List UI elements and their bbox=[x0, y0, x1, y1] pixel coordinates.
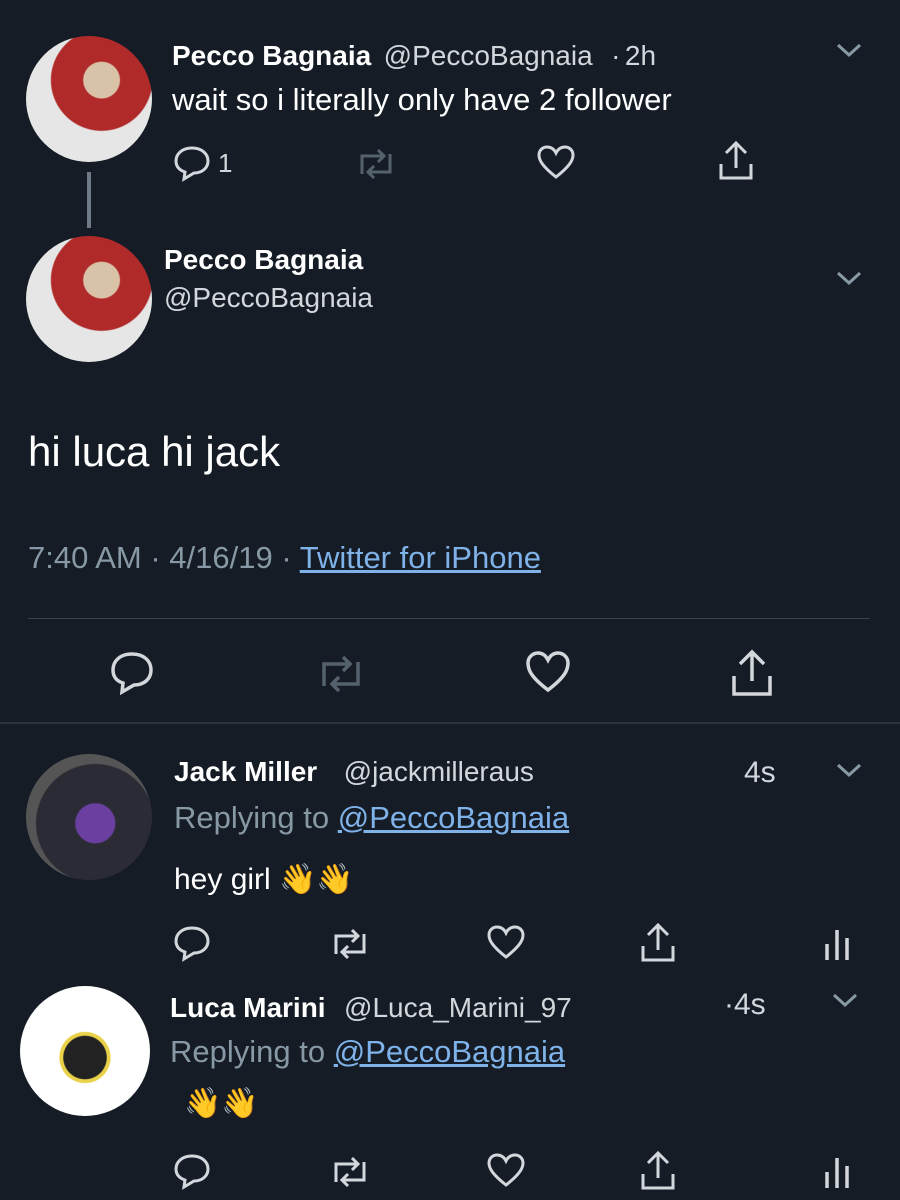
reply-icon[interactable] bbox=[172, 924, 212, 962]
like-icon[interactable] bbox=[524, 650, 572, 694]
author-name[interactable]: Jack Miller bbox=[174, 756, 317, 787]
share-icon[interactable] bbox=[638, 1150, 678, 1192]
reply-icon[interactable] bbox=[172, 144, 212, 182]
chevron-down-icon[interactable] bbox=[834, 758, 864, 782]
chevron-down-icon[interactable] bbox=[834, 266, 864, 290]
timestamp[interactable]: 2h bbox=[625, 40, 656, 71]
author-handle[interactable]: @PeccoBagnaia bbox=[384, 40, 593, 71]
author-handle[interactable]: @Luca_Marini_97 bbox=[344, 992, 572, 1023]
retweet-icon[interactable] bbox=[314, 654, 368, 694]
retweet-icon[interactable] bbox=[328, 1156, 372, 1188]
avatar-jack[interactable] bbox=[26, 754, 152, 880]
reply1-actions bbox=[172, 922, 862, 968]
tweet-source-link[interactable]: Twitter for iPhone bbox=[300, 540, 541, 575]
replying-to: Replying to @PeccoBagnaia bbox=[170, 1034, 565, 1070]
author-handle[interactable]: @jackmilleraus bbox=[344, 756, 534, 787]
reply-icon[interactable] bbox=[108, 650, 156, 696]
tweet1-header: Pecco Bagnaia @PeccoBagnaia · 2h bbox=[172, 40, 656, 72]
retweet-icon[interactable] bbox=[354, 148, 398, 180]
reply-text: hey girl 👋👋 bbox=[174, 863, 354, 896]
main-tweet-text: hi luca hi jack bbox=[28, 428, 281, 475]
share-icon[interactable] bbox=[728, 648, 776, 698]
like-icon[interactable] bbox=[486, 1152, 526, 1188]
author-name[interactable]: Pecco Bagnaia bbox=[164, 244, 363, 276]
timestamp[interactable]: ·4s bbox=[724, 988, 766, 1022]
analytics-icon[interactable] bbox=[822, 926, 852, 962]
analytics-icon[interactable] bbox=[822, 1154, 852, 1190]
tweet1-actions: 1 bbox=[172, 140, 772, 188]
share-icon[interactable] bbox=[638, 922, 678, 964]
chevron-down-icon[interactable] bbox=[834, 38, 864, 62]
dot-separator: · bbox=[611, 40, 621, 71]
tweet-meta: 7:40 AM · 4/16/19 · Twitter for iPhone bbox=[28, 540, 541, 576]
main-tweet-actions bbox=[108, 648, 788, 700]
retweet-icon[interactable] bbox=[328, 928, 372, 960]
divider bbox=[28, 618, 870, 619]
replying-to: Replying to @PeccoBagnaia bbox=[174, 800, 569, 836]
replying-to-link[interactable]: @PeccoBagnaia bbox=[334, 1034, 565, 1069]
avatar-pecco[interactable] bbox=[26, 36, 152, 162]
reply-text: 👋👋 bbox=[184, 1087, 259, 1120]
replying-to-label: Replying to bbox=[174, 800, 338, 835]
reply1-header: Jack Miller @jackmilleraus bbox=[174, 756, 534, 788]
author-name[interactable]: Luca Marini bbox=[170, 992, 326, 1023]
author-name[interactable]: Pecco Bagnaia bbox=[172, 40, 371, 71]
reply2-header: Luca Marini @Luca_Marini_97 bbox=[170, 992, 572, 1024]
replying-to-label: Replying to bbox=[170, 1034, 334, 1069]
share-icon[interactable] bbox=[716, 140, 756, 182]
replying-to-link[interactable]: @PeccoBagnaia bbox=[338, 800, 569, 835]
reply-icon[interactable] bbox=[172, 1152, 212, 1190]
reply2-actions bbox=[172, 1150, 862, 1196]
like-icon[interactable] bbox=[486, 924, 526, 960]
like-icon[interactable] bbox=[536, 144, 576, 180]
reply-count: 1 bbox=[218, 148, 233, 178]
timestamp[interactable]: 4s bbox=[744, 756, 776, 790]
author-handle[interactable]: @PeccoBagnaia bbox=[164, 282, 373, 314]
avatar-luca[interactable] bbox=[20, 986, 150, 1116]
tweet-datetime[interactable]: 7:40 AM · 4/16/19 · bbox=[28, 540, 300, 575]
thread-line bbox=[87, 172, 91, 228]
avatar-pecco[interactable] bbox=[26, 236, 152, 362]
tweet-text: wait so i literally only have 2 follower bbox=[172, 82, 672, 117]
chevron-down-icon[interactable] bbox=[830, 988, 860, 1012]
divider bbox=[0, 722, 900, 724]
